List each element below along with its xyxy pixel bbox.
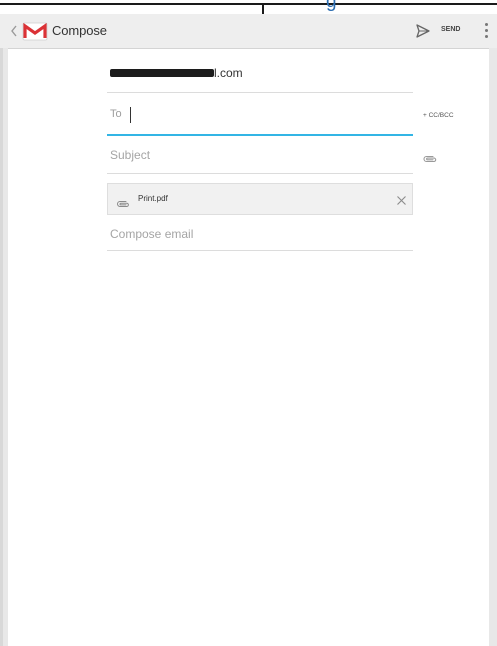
close-icon[interactable] <box>396 193 407 205</box>
to-label: To <box>110 108 122 120</box>
text-cursor <box>130 107 131 123</box>
compose-body-field[interactable]: Compose email <box>107 223 413 251</box>
top-rule <box>0 3 497 5</box>
subject-placeholder: Subject <box>110 148 151 162</box>
action-bar: Compose SEND <box>0 14 497 49</box>
send-button[interactable]: SEND <box>413 20 465 42</box>
top-divider <box>262 4 264 14</box>
send-label: SEND <box>441 26 461 33</box>
from-field[interactable]: l.com <box>107 62 413 93</box>
cc-bcc-button[interactable]: + CC/BCC <box>423 112 454 119</box>
top-fragment-text: g <box>326 0 337 12</box>
from-address-redacted <box>110 69 214 77</box>
attachment-chip[interactable]: Print.pdf <box>107 183 413 215</box>
attachment-icon[interactable] <box>422 151 438 163</box>
right-gutter <box>489 48 497 646</box>
page-title: Compose <box>52 23 107 38</box>
chevron-left-icon[interactable] <box>9 23 21 39</box>
top-document-strip: g <box>0 0 497 14</box>
compose-body-placeholder: Compose email <box>110 227 194 241</box>
attachment-icon <box>116 195 130 207</box>
left-gutter <box>0 48 8 646</box>
send-icon <box>415 23 431 39</box>
from-address-suffix: l.com <box>214 66 243 80</box>
attachment-name: Print.pdf <box>138 194 168 203</box>
subject-field[interactable]: Subject <box>107 144 413 174</box>
overflow-menu-icon[interactable] <box>480 20 492 42</box>
to-field[interactable]: To <box>107 103 413 136</box>
gmail-logo-icon[interactable] <box>22 21 48 41</box>
